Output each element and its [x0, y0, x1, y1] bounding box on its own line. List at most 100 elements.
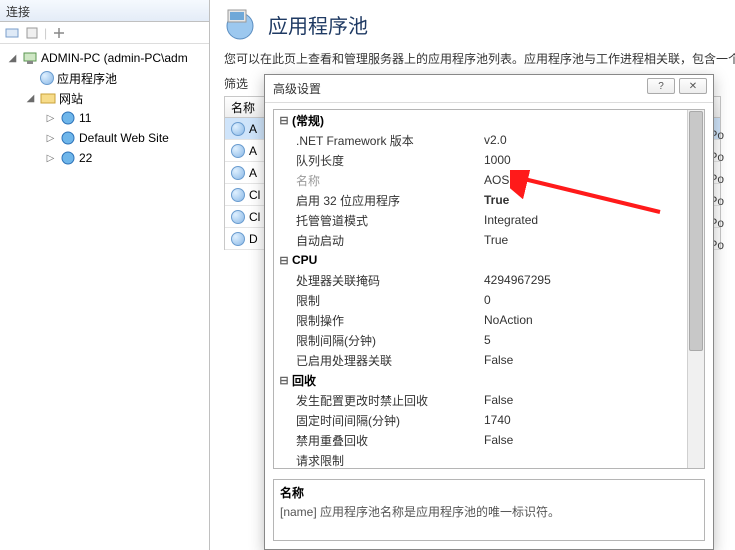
property-label: 托管管道模式	[292, 212, 478, 229]
property-value[interactable]: Integrated	[478, 213, 704, 227]
pool-icon	[231, 144, 245, 158]
page-header: 应用程序池	[210, 0, 735, 50]
property-label: 处理器关联掩码	[292, 272, 478, 289]
property-label: 限制操作	[292, 312, 478, 329]
property-label: 固定时间间隔(分钟)	[292, 412, 478, 429]
property-value[interactable]: NoAction	[478, 313, 704, 327]
folder-icon	[40, 90, 56, 106]
property-label: 已启用处理器关联	[292, 352, 478, 369]
tree-site-item[interactable]: ▷ 11	[2, 108, 207, 128]
toolbar-icon[interactable]	[4, 25, 20, 41]
property-value[interactable]: 1000	[478, 153, 704, 167]
tree-label: ADMIN-PC (admin-PC\adm	[41, 51, 188, 65]
tree-app-pools[interactable]: 应用程序池	[2, 68, 207, 88]
row-label: A	[249, 122, 257, 136]
globe-icon	[60, 150, 76, 166]
toolbar-icon[interactable]	[24, 25, 40, 41]
property-value[interactable]: 4294967295	[478, 273, 704, 287]
property-value[interactable]: AOS	[478, 173, 704, 187]
pool-icon	[231, 188, 245, 202]
property-value[interactable]: True	[478, 233, 704, 247]
globe-icon	[60, 110, 76, 126]
property-label: 限制	[292, 292, 478, 309]
property-value[interactable]: v2.0	[478, 133, 704, 147]
propgrid-scrollbar[interactable]	[687, 110, 704, 468]
page-description: 您可以在此页上查看和管理服务器上的应用程序池列表。应用程序池与工作进程相关联，包…	[210, 50, 735, 75]
property-row[interactable]: 限制间隔(分钟)5	[274, 330, 704, 350]
pool-icon	[231, 122, 245, 136]
property-value[interactable]: False	[478, 353, 704, 367]
property-row[interactable]: 已启用处理器关联False	[274, 350, 704, 370]
property-row[interactable]: 限制0	[274, 290, 704, 310]
expander-open-icon[interactable]: ◢	[6, 52, 19, 65]
expander-closed-icon[interactable]: ▷	[44, 132, 57, 145]
property-value[interactable]: 0	[478, 293, 704, 307]
property-label: 启用 32 位应用程序	[292, 192, 478, 209]
property-row[interactable]: 发生配置更改时禁止回收False	[274, 390, 704, 410]
tree-label: 11	[79, 111, 91, 125]
pool-icon	[231, 232, 245, 246]
property-grid: ⊟(常规).NET Framework 版本v2.0队列长度1000名称AOS启…	[273, 109, 705, 469]
help-title: 名称	[280, 484, 698, 501]
category-expander-icon[interactable]: ⊟	[276, 254, 292, 267]
property-row[interactable]: 处理器关联掩码4294967295	[274, 270, 704, 290]
property-label: 发生配置更改时禁止回收	[292, 392, 478, 409]
connections-header: 连接	[0, 0, 209, 22]
tree-server[interactable]: ◢ ADMIN-PC (admin-PC\adm	[2, 48, 207, 68]
tree-label: Default Web Site	[79, 131, 169, 145]
property-value[interactable]: 5	[478, 333, 704, 347]
tree-label: 应用程序池	[57, 70, 117, 87]
property-help: 名称 [name] 应用程序池名称是应用程序池的唯一标识符。	[273, 479, 705, 541]
category-expander-icon[interactable]: ⊟	[276, 114, 292, 127]
row-label: Cl	[249, 210, 260, 224]
help-text: [name] 应用程序池名称是应用程序池的唯一标识符。	[280, 503, 698, 520]
pool-icon	[231, 166, 245, 180]
pool-icon	[231, 210, 245, 224]
property-category[interactable]: ⊟回收	[274, 370, 704, 390]
property-category[interactable]: ⊟(常规)	[274, 110, 704, 130]
property-row[interactable]: 自动启动True	[274, 230, 704, 250]
category-expander-icon[interactable]: ⊟	[276, 374, 292, 387]
property-value[interactable]: False	[478, 433, 704, 447]
connections-panel: 连接 | ◢ ADMIN-PC (admin-PC\adm 应用程序池 ◢ 网站…	[0, 0, 210, 550]
property-category[interactable]: ⊟CPU	[274, 250, 704, 270]
property-label: 队列长度	[292, 152, 478, 169]
connections-tree: ◢ ADMIN-PC (admin-PC\adm 应用程序池 ◢ 网站 ▷ 11…	[0, 44, 209, 172]
property-row[interactable]: 禁用重叠回收False	[274, 430, 704, 450]
advanced-settings-dialog: 高级设置 ? ✕ ⊟(常规).NET Framework 版本v2.0队列长度1…	[264, 74, 714, 550]
dialog-title: 高级设置	[273, 80, 321, 97]
property-row[interactable]: 托管管道模式Integrated	[274, 210, 704, 230]
property-value[interactable]: 1740	[478, 413, 704, 427]
dialog-titlebar[interactable]: 高级设置 ? ✕	[265, 75, 713, 103]
expander-open-icon[interactable]: ◢	[24, 92, 37, 105]
property-row[interactable]: 名称AOS	[274, 170, 704, 190]
property-value[interactable]: False	[478, 393, 704, 407]
property-label: 禁用重叠回收	[292, 432, 478, 449]
tree-site-item[interactable]: ▷ 22	[2, 148, 207, 168]
property-row[interactable]: 限制操作NoAction	[274, 310, 704, 330]
help-button[interactable]: ?	[647, 78, 675, 94]
server-icon	[22, 50, 38, 66]
property-row[interactable]: 请求限制	[274, 450, 704, 468]
property-label: 自动启动	[292, 232, 478, 249]
tree-label: 网站	[59, 90, 83, 107]
property-label: 请求限制	[292, 452, 478, 469]
tree-sites[interactable]: ◢ 网站	[2, 88, 207, 108]
property-row[interactable]: 队列长度1000	[274, 150, 704, 170]
separator: |	[44, 26, 47, 40]
connections-toolbar: |	[0, 22, 209, 44]
expander-closed-icon[interactable]: ▷	[44, 152, 57, 165]
globe-icon	[60, 130, 76, 146]
row-label: A	[249, 166, 257, 180]
tree-site-item[interactable]: ▷ Default Web Site	[2, 128, 207, 148]
app-pools-icon	[40, 71, 54, 85]
close-button[interactable]: ✕	[679, 78, 707, 94]
expander-closed-icon[interactable]: ▷	[44, 112, 57, 125]
property-row[interactable]: .NET Framework 版本v2.0	[274, 130, 704, 150]
toolbar-icon[interactable]	[51, 25, 67, 41]
property-value[interactable]: True	[478, 193, 704, 207]
tree-label: 22	[79, 151, 92, 165]
property-row[interactable]: 启用 32 位应用程序True	[274, 190, 704, 210]
row-label: A	[249, 144, 257, 158]
property-row[interactable]: 固定时间间隔(分钟)1740	[274, 410, 704, 430]
